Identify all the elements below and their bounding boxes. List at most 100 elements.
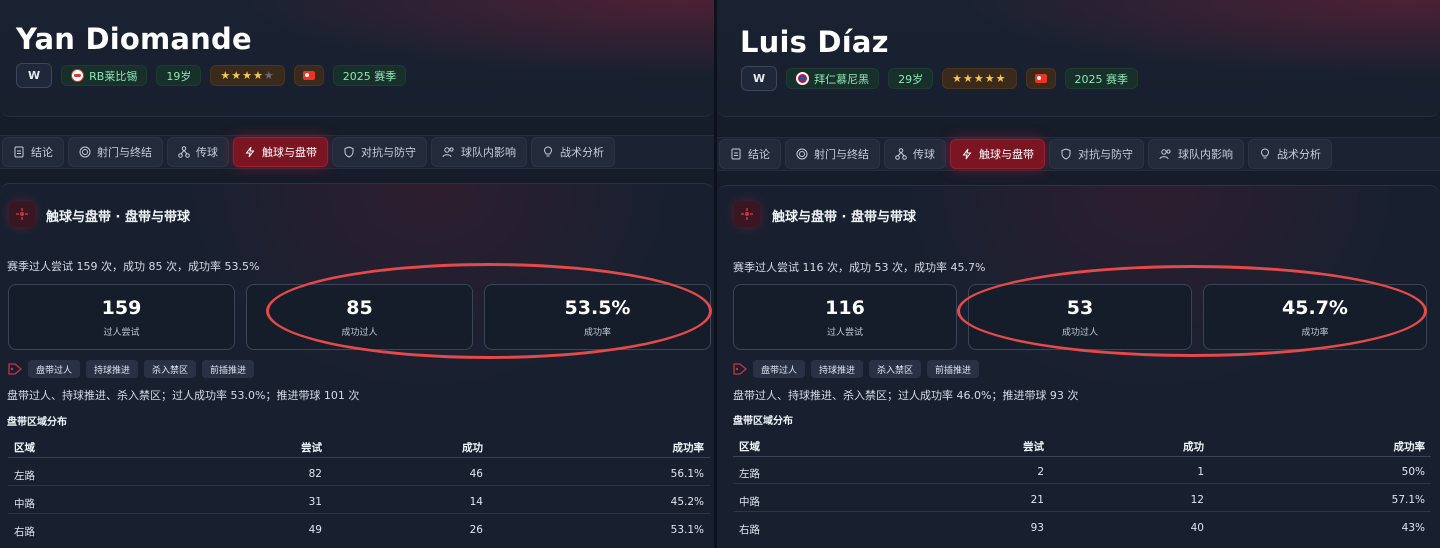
club-name: 拜仁慕尼黑 — [814, 72, 870, 86]
style-note: 盘带过人、持球推进、杀入禁区；过人成功率 46.0%；推进带球 93 次 — [733, 389, 1079, 402]
section-title: 触球与盘带 · 盘带与带球 — [46, 210, 190, 225]
tab-tactics[interactable]: 战术分析 — [1248, 139, 1332, 169]
tab-label: 传球 — [196, 146, 218, 159]
player-info-chips: W 拜仁慕尼黑 29岁 ★ ★ ★ ★ ★ 2025 赛季 — [741, 66, 1147, 91]
cell: 56.1% — [670, 468, 704, 480]
stat-card-success-rate: 45.7% 成功率 — [1203, 284, 1427, 350]
cell: 右路 — [739, 524, 760, 536]
tab-passing[interactable]: 传球 — [884, 139, 946, 169]
cell: 46 — [469, 468, 483, 480]
star-icon: ★ — [984, 72, 996, 85]
tab-label: 射门与终结 — [814, 148, 869, 161]
cell: 45.2% — [670, 496, 704, 508]
age-chip: 19岁 — [156, 65, 202, 86]
player-name: Yan Diomande — [16, 22, 252, 56]
tab-label: 战术分析 — [1277, 148, 1321, 161]
star-icon: ★ — [952, 72, 964, 85]
cell: 26 — [469, 524, 483, 536]
cell: 左路 — [739, 468, 760, 480]
star-icon: ★ — [963, 72, 974, 85]
stat-card-successful: 85 成功过人 — [246, 284, 473, 350]
column-header: 成功 — [1183, 441, 1204, 453]
cell: 57.1% — [1391, 494, 1425, 506]
germany-flag-icon — [302, 71, 315, 80]
stat-card-success-rate: 53.5% 成功率 — [484, 284, 711, 350]
cell: 53.1% — [670, 524, 704, 536]
cell: 82 — [308, 468, 322, 480]
cell: 12 — [1190, 494, 1204, 506]
cell: 中路 — [739, 496, 760, 508]
table-row: 中路 31 14 45.2% — [8, 492, 710, 514]
tab-label: 射门与终结 — [97, 146, 152, 159]
right-player-panel: Luis Díaz W 拜仁慕尼黑 29岁 ★ ★ ★ ★ ★ 2025 赛季 结论 — [717, 0, 1440, 548]
table-header: 区域 尝试 成功 成功率 — [733, 435, 1431, 457]
cell: 43% — [1401, 522, 1425, 534]
users-icon — [442, 147, 454, 158]
tab-defense[interactable]: 对抗与防守 — [332, 137, 427, 167]
shield-icon — [1061, 148, 1071, 160]
dribbling-section: 触球与盘带 · 盘带与带球 赛季过人尝试 159 次，成功 85 次，成功率 5… — [0, 183, 714, 548]
tab-label: 触球与盘带 — [979, 148, 1034, 161]
tag: 前插推进 — [927, 360, 980, 378]
column-header: 区域 — [14, 442, 35, 454]
rating-stars: ★ ★ ★ ★ ★ — [942, 68, 1017, 89]
cell: 31 — [308, 496, 322, 508]
tag: 持球推进 — [811, 360, 864, 378]
tab-dribbling[interactable]: 触球与盘带 — [950, 139, 1045, 169]
tab-conclusion[interactable]: 结论 — [719, 139, 781, 169]
target-icon — [796, 148, 808, 160]
tab-tactics[interactable]: 战术分析 — [531, 137, 615, 167]
dribbling-section: 触球与盘带 · 盘带与带球 赛季过人尝试 116 次，成功 53 次，成功率 4… — [717, 185, 1440, 548]
star-icon: ★ — [242, 69, 253, 82]
cell: 21 — [1030, 494, 1044, 506]
tab-defense[interactable]: 对抗与防守 — [1049, 139, 1144, 169]
cell: 1 — [1197, 466, 1204, 478]
comparison-screenshot: Yan Diomande W RB莱比锡 19岁 ★ ★ ★ ★ ★ 2025 赛季 结… — [0, 0, 1440, 548]
club-chip[interactable]: RB莱比锡 — [61, 65, 148, 86]
style-tags: 盘带过人 持球推进 杀入禁区 前插推进 — [733, 360, 985, 378]
tab-label: 对抗与防守 — [1078, 148, 1133, 161]
table-row: 右路 49 26 53.1% — [8, 520, 710, 542]
lightning-icon — [962, 148, 972, 160]
tab-shooting[interactable]: 射门与终结 — [785, 139, 880, 169]
tab-team-impact[interactable]: 球队内影响 — [1148, 139, 1244, 169]
tab-passing[interactable]: 传球 — [167, 137, 229, 167]
tab-team-impact[interactable]: 球队内影响 — [431, 137, 527, 167]
style-note: 盘带过人、持球推进、杀入禁区；过人成功率 53.0%；推进带球 101 次 — [7, 389, 360, 402]
cell: 14 — [469, 496, 483, 508]
tag-icon — [8, 363, 22, 375]
cell: 50% — [1401, 466, 1425, 478]
cell: 右路 — [14, 526, 35, 538]
stat-value: 45.7% — [1282, 297, 1348, 319]
users-icon — [1159, 149, 1171, 160]
age-chip: 29岁 — [888, 68, 934, 89]
star-icon: ★ — [231, 69, 243, 82]
stat-label: 成功率 — [1301, 328, 1329, 338]
rating-stars: ★ ★ ★ ★ ★ — [210, 65, 285, 86]
tag-icon — [733, 363, 747, 375]
stat-value: 116 — [825, 297, 865, 319]
season-chip[interactable]: 2025 赛季 — [332, 65, 407, 86]
stat-card-attempts: 159 过人尝试 — [8, 284, 235, 350]
tab-conclusion[interactable]: 结论 — [2, 137, 64, 167]
rb-leipzig-logo-icon — [71, 69, 85, 82]
tag: 前插推进 — [202, 360, 255, 378]
season-chip[interactable]: 2025 赛季 — [1064, 68, 1139, 89]
player-name: Luis Díaz — [740, 25, 889, 59]
cell: 左路 — [14, 470, 35, 482]
nationality-chip — [293, 65, 324, 86]
stat-label: 成功过人 — [1061, 328, 1098, 338]
tab-dribbling[interactable]: 触球与盘带 — [233, 137, 328, 167]
club-name: RB莱比锡 — [89, 69, 138, 83]
tag: 盘带过人 — [28, 360, 81, 378]
germany-flag-icon — [1034, 74, 1047, 83]
table-row: 中路 21 12 57.1% — [733, 490, 1431, 512]
table-row: 左路 82 46 56.1% — [8, 464, 710, 486]
club-chip[interactable]: 拜仁慕尼黑 — [786, 68, 880, 89]
column-header: 成功率 — [1393, 441, 1426, 453]
player-header: Yan Diomande W RB莱比锡 19岁 ★ ★ ★ ★ ★ 2025 赛季 — [0, 0, 714, 117]
tab-shooting[interactable]: 射门与终结 — [68, 137, 163, 167]
tab-label: 球队内影响 — [461, 146, 516, 159]
section-tabs: 结论 射门与终结 传球 触球与盘带 对抗与防守 球队内影响 战术分析 — [717, 137, 1440, 171]
star-icon: ★ — [252, 69, 264, 82]
